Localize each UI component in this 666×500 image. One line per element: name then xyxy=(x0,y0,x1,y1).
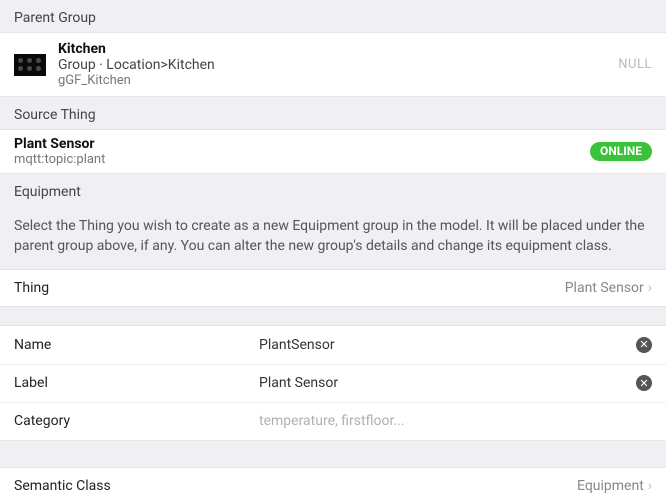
spacer-large xyxy=(0,441,666,467)
source-thing-header: Source Thing xyxy=(0,97,666,129)
label-row: Label ✕ xyxy=(0,364,666,402)
parent-group-row[interactable]: Kitchen Group · Location>Kitchen gGF_Kit… xyxy=(0,32,666,97)
equipment-help-text: Select the Thing you wish to create as a… xyxy=(0,206,666,269)
parent-group-info: Kitchen Group · Location>Kitchen gGF_Kit… xyxy=(58,41,618,88)
thing-selector-row[interactable]: Thing Plant Sensor › xyxy=(0,269,666,307)
semantic-class-row[interactable]: Semantic Class Equipment › xyxy=(0,467,666,500)
source-thing-id: mqtt:topic:plant xyxy=(14,152,590,167)
name-label: Name xyxy=(14,337,259,353)
semantic-class-label: Semantic Class xyxy=(14,478,111,494)
name-row: Name ✕ xyxy=(0,326,666,364)
semantic-class-value: Equipment xyxy=(577,478,644,494)
thing-selector-label: Thing xyxy=(14,280,49,296)
clear-label-button[interactable]: ✕ xyxy=(636,375,652,391)
thing-selector-value-wrap: Plant Sensor › xyxy=(565,280,652,296)
category-label: Category xyxy=(14,413,259,429)
source-thing-info: Plant Sensor mqtt:topic:plant xyxy=(14,136,590,167)
close-icon: ✕ xyxy=(639,378,648,389)
kitchen-icon xyxy=(14,54,46,76)
clear-name-button[interactable]: ✕ xyxy=(636,337,652,353)
close-icon: ✕ xyxy=(639,339,648,350)
parent-group-subtitle: Group · Location>Kitchen xyxy=(58,57,618,73)
label-input[interactable] xyxy=(259,375,628,391)
parent-group-value: NULL xyxy=(618,57,652,72)
parent-group-title: Kitchen xyxy=(58,41,618,57)
spacer xyxy=(0,307,666,325)
name-input[interactable] xyxy=(259,337,628,353)
source-thing-row[interactable]: Plant Sensor mqtt:topic:plant ONLINE xyxy=(0,129,666,174)
chevron-right-icon: › xyxy=(648,280,652,296)
category-input[interactable] xyxy=(259,413,652,429)
source-thing-status-wrap: ONLINE xyxy=(590,142,652,161)
source-thing-title: Plant Sensor xyxy=(14,136,590,152)
category-row: Category xyxy=(0,402,666,440)
label-label: Label xyxy=(14,375,259,391)
semantic-class-value-wrap: Equipment › xyxy=(577,478,652,494)
parent-group-header: Parent Group xyxy=(0,0,666,32)
equipment-header: Equipment xyxy=(0,174,666,206)
chevron-right-icon: › xyxy=(648,478,652,494)
parent-group-id: gGF_Kitchen xyxy=(58,73,618,88)
equipment-form: Name ✕ Label ✕ Category xyxy=(0,325,666,441)
status-badge: ONLINE xyxy=(590,142,652,161)
thing-selector-value: Plant Sensor xyxy=(565,280,644,296)
